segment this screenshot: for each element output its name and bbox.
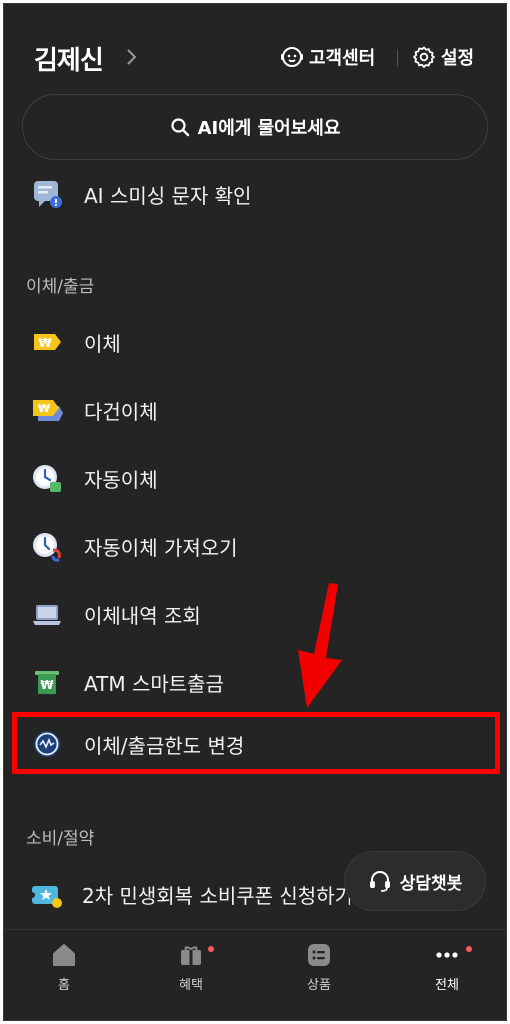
nav-item-all[interactable]: 전체	[412, 942, 482, 993]
settings-label: 설정	[441, 48, 475, 69]
menu-item-label: 이체내역 조회	[84, 603, 201, 628]
laptop-icon	[30, 597, 64, 631]
svg-text:₩: ₩	[40, 678, 54, 692]
menu-item-auto-transfer[interactable]: 자동이체	[30, 458, 480, 498]
headset-icon	[369, 871, 390, 892]
products-icon	[308, 944, 330, 966]
header-divider	[397, 49, 398, 67]
menu-item-label: 자동이체 가져오기	[84, 535, 238, 560]
menu-item-coupon[interactable]: 2차 민생회복 소비쿠폰 신청하기	[30, 874, 350, 914]
menu-item-label: 이체	[84, 331, 121, 356]
nav-label: 홈	[58, 978, 70, 993]
import-auto-transfer-icon	[30, 529, 64, 563]
menu-item-multi-transfer[interactable]: ₩ 다건이체	[30, 390, 480, 430]
multi-transfer-icon: ₩	[30, 393, 64, 427]
menu-item-transfer[interactable]: ₩ 이체	[30, 322, 480, 362]
red-arrow-annotation	[298, 583, 342, 708]
transfer-icon: ₩	[30, 325, 64, 359]
gift-icon	[181, 946, 201, 965]
search-label: AI에게 물어보세요	[197, 118, 341, 139]
smishing-check-icon	[30, 177, 64, 211]
menu-item-import-auto-transfer[interactable]: 자동이체 가져오기	[30, 526, 480, 566]
menu-item-atm-withdraw[interactable]: ₩ ATM 스마트출금	[30, 662, 480, 702]
support-label: 고객센터	[309, 48, 376, 69]
gear-icon	[413, 46, 435, 68]
coupon-icon	[30, 877, 62, 911]
auto-transfer-icon	[30, 461, 64, 495]
nav-item-home[interactable]: 홈	[29, 942, 99, 993]
header: 김제신 고객센터 설정	[4, 4, 506, 104]
app-screen: 김제신 고객센터 설정 AI에게 물어보세요 AI 스미싱 문자 확인 이체/출…	[3, 3, 507, 1021]
nav-label: 전체	[435, 978, 459, 993]
ai-search-bar[interactable]: AI에게 물어보세요	[22, 94, 488, 160]
more-icon	[436, 952, 458, 958]
menu-item-label: 다건이체	[84, 399, 158, 424]
chevron-right-icon[interactable]	[126, 48, 138, 66]
menu-item-smishing[interactable]: AI 스미싱 문자 확인	[30, 174, 480, 214]
menu-item-transfer-history[interactable]: 이체내역 조회	[30, 594, 480, 634]
user-name[interactable]: 김제신	[34, 40, 104, 77]
menu-item-label: AI 스미싱 문자 확인	[84, 183, 252, 208]
section-title-spending: 소비/절약	[26, 829, 95, 849]
chatbot-button[interactable]: 상담챗봇	[344, 851, 486, 911]
section-title-transfer: 이체/출금	[26, 277, 95, 297]
svg-text:₩: ₩	[38, 402, 50, 415]
support-button[interactable]: 고객센터	[280, 44, 375, 70]
settings-button[interactable]: 설정	[412, 44, 474, 70]
menu-item-label: 2차 민생회복 소비쿠폰 신청하기	[82, 883, 350, 908]
atm-icon: ₩	[30, 665, 64, 699]
chatbot-label: 상담챗봇	[399, 873, 463, 894]
bottom-nav: 홈 혜택 상품 전체	[4, 929, 506, 1020]
nav-item-products[interactable]: 상품	[284, 942, 354, 993]
notification-dot	[466, 946, 472, 952]
notification-dot	[208, 946, 214, 952]
highlight-box	[12, 712, 500, 774]
nav-label: 혜택	[179, 978, 203, 993]
search-icon	[170, 118, 189, 137]
svg-text:₩: ₩	[38, 336, 52, 350]
agent-face-icon	[281, 47, 303, 67]
menu-item-label: ATM 스마트출금	[84, 671, 224, 696]
menu-item-label: 자동이체	[84, 467, 158, 492]
nav-label: 상품	[307, 978, 331, 993]
nav-item-benefits[interactable]: 혜택	[156, 942, 226, 993]
home-icon	[53, 944, 75, 966]
